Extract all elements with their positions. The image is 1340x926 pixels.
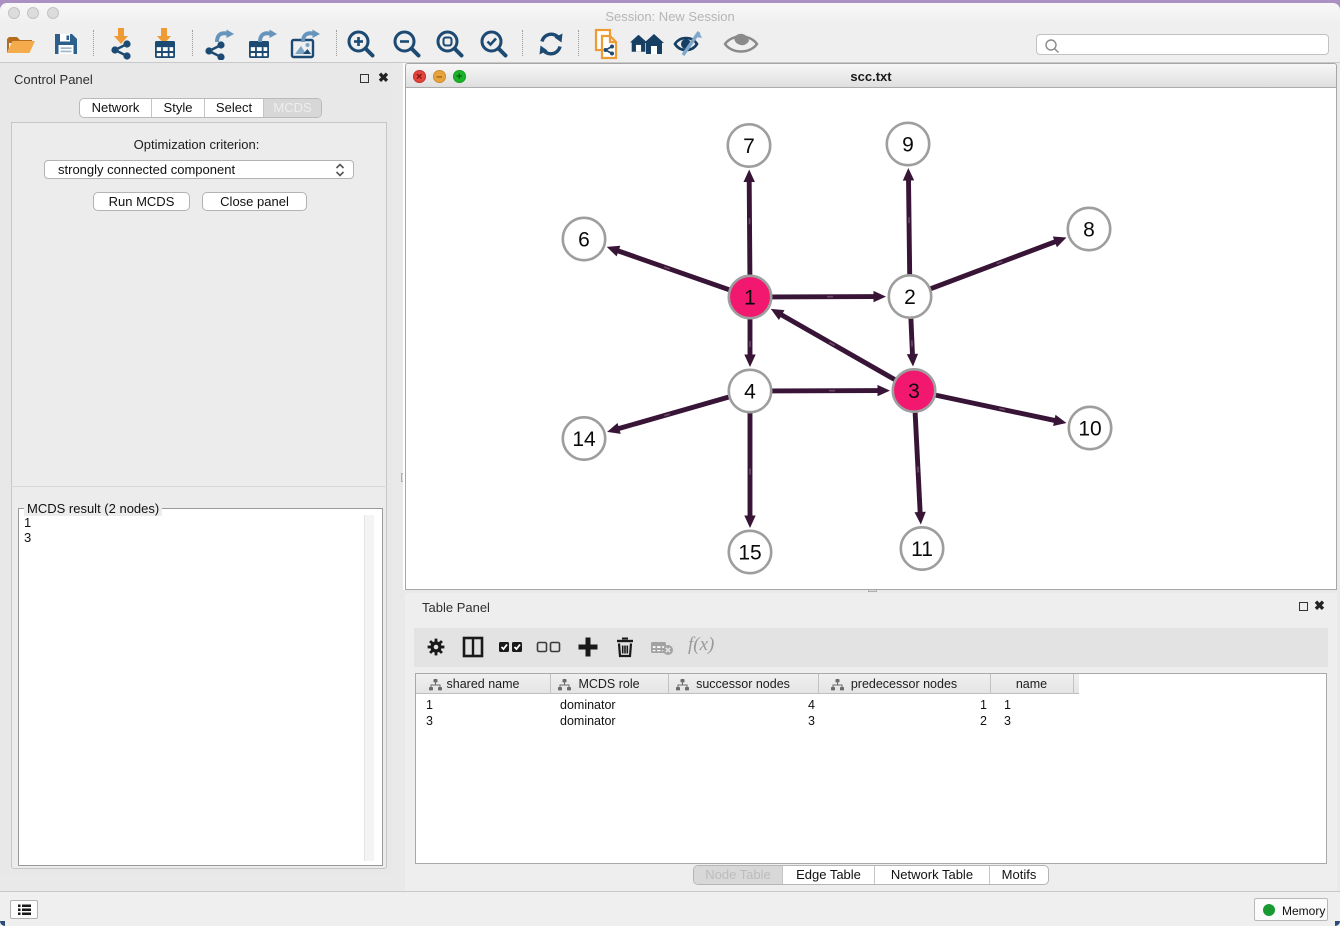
- svg-text:14: 14: [572, 428, 596, 451]
- svg-text:2: 2: [904, 286, 916, 309]
- svg-text:8: 8: [1083, 219, 1095, 242]
- svg-text:7: 7: [743, 135, 755, 158]
- svg-text:11: 11: [911, 538, 933, 561]
- svg-text:1: 1: [744, 287, 756, 310]
- svg-text:10: 10: [1078, 418, 1101, 441]
- svg-text:4: 4: [744, 381, 756, 404]
- svg-text:15: 15: [738, 542, 761, 565]
- svg-text:6: 6: [578, 229, 590, 252]
- svg-text:9: 9: [902, 134, 914, 157]
- svg-text:3: 3: [908, 380, 920, 403]
